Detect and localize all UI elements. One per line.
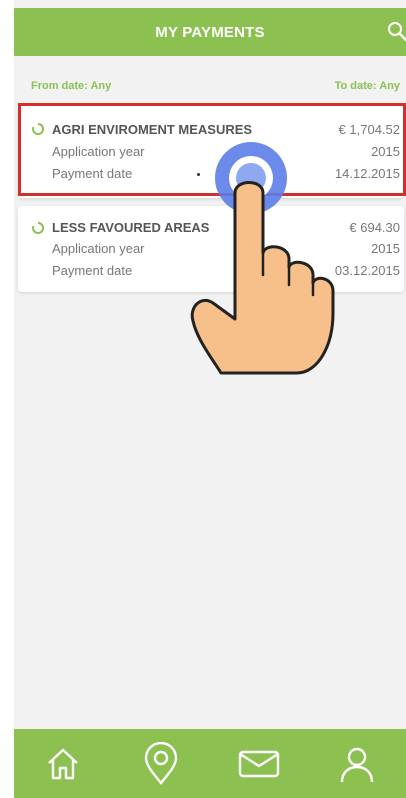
status-progress-icon: [32, 123, 44, 135]
payment-date-label: Payment date: [52, 263, 133, 278]
nav-messages[interactable]: [237, 742, 281, 786]
application-year-value: 2015: [371, 241, 400, 256]
payment-date-row: Payment date 14.12.2015: [52, 166, 400, 181]
to-date-filter[interactable]: To date: Any: [335, 80, 400, 92]
tap-dot: [197, 173, 200, 176]
location-icon: [144, 741, 178, 785]
nav-home[interactable]: [41, 742, 85, 786]
payment-card[interactable]: AGRI ENVIROMENT MEASURES € 1,704.52 Appl…: [18, 106, 404, 198]
mail-icon: [238, 750, 280, 777]
payment-header-row: LESS FAVOURED AREAS € 694.30: [52, 220, 400, 235]
nav-profile[interactable]: [335, 742, 379, 786]
payment-date-label: Payment date: [52, 166, 133, 181]
home-icon: [48, 748, 78, 779]
payment-amount: € 1,704.52: [338, 122, 400, 137]
search-icon[interactable]: [386, 20, 406, 44]
date-filters: From date: Any To date: Any: [31, 80, 400, 92]
payment-date-value: 14.12.2015: [334, 166, 400, 181]
payment-date-row: Payment date 03.12.2015: [52, 263, 400, 278]
application-year-row: Application year 2015: [52, 144, 400, 159]
page-title: MY PAYMENTS: [155, 23, 265, 41]
application-year-label: Application year: [52, 144, 145, 159]
application-year-label: Application year: [52, 241, 145, 256]
application-year-row: Application year 2015: [52, 241, 400, 256]
payment-date-value: 03.12.2015: [334, 263, 400, 278]
profile-icon: [340, 747, 374, 782]
status-progress-icon: [32, 222, 44, 234]
payment-card[interactable]: LESS FAVOURED AREAS € 694.30 Application…: [18, 206, 404, 292]
payment-title: LESS FAVOURED AREAS: [52, 220, 210, 235]
application-year-value: 2015: [371, 144, 400, 159]
payment-amount: € 694.30: [349, 220, 400, 235]
from-date-filter[interactable]: From date: Any: [31, 80, 111, 92]
app-screen: MY PAYMENTS From date: Any To date: Any …: [14, 0, 406, 798]
bottom-nav: [14, 729, 406, 798]
payment-title: AGRI ENVIROMENT MEASURES: [52, 122, 253, 137]
nav-location[interactable]: [139, 741, 183, 786]
app-header: MY PAYMENTS: [14, 8, 406, 56]
payment-header-row: AGRI ENVIROMENT MEASURES € 1,704.52: [52, 122, 400, 137]
